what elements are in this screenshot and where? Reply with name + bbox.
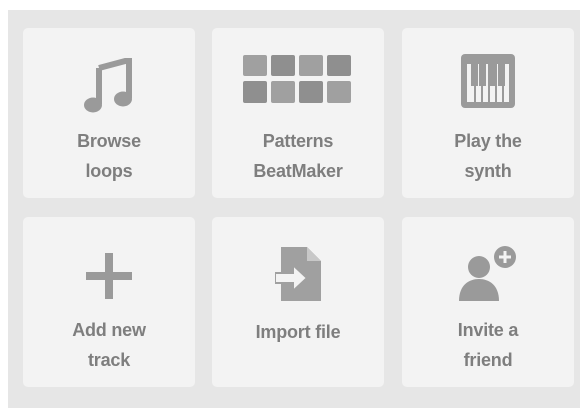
tile-label: Import file (255, 322, 341, 342)
piano-keys-icon (461, 54, 515, 108)
tile-label: Patterns BeatMaker (253, 131, 343, 181)
plus-icon (86, 253, 132, 299)
invite-friend-button[interactable]: Invite a friend (402, 217, 574, 387)
play-synth-button[interactable]: Play the synth (402, 28, 574, 198)
patterns-beatmaker-button[interactable]: Patterns BeatMaker (212, 28, 384, 198)
browse-loops-button[interactable]: Browse loops (23, 28, 195, 198)
import-file-button[interactable]: Import file (212, 217, 384, 387)
import-file-icon (275, 247, 321, 301)
quick-actions-panel: Browse loops Patterns BeatMaker Play the… (8, 10, 580, 408)
tile-label: Add new track (72, 320, 146, 370)
add-user-icon (459, 246, 516, 301)
music-note-icon (84, 58, 132, 113)
tile-label: Invite a friend (457, 320, 519, 370)
tile-label: Play the synth (454, 131, 522, 181)
pads-grid-icon (243, 55, 351, 103)
add-new-track-button[interactable]: Add new track (23, 217, 195, 387)
tile-label: Browse loops (77, 131, 141, 181)
